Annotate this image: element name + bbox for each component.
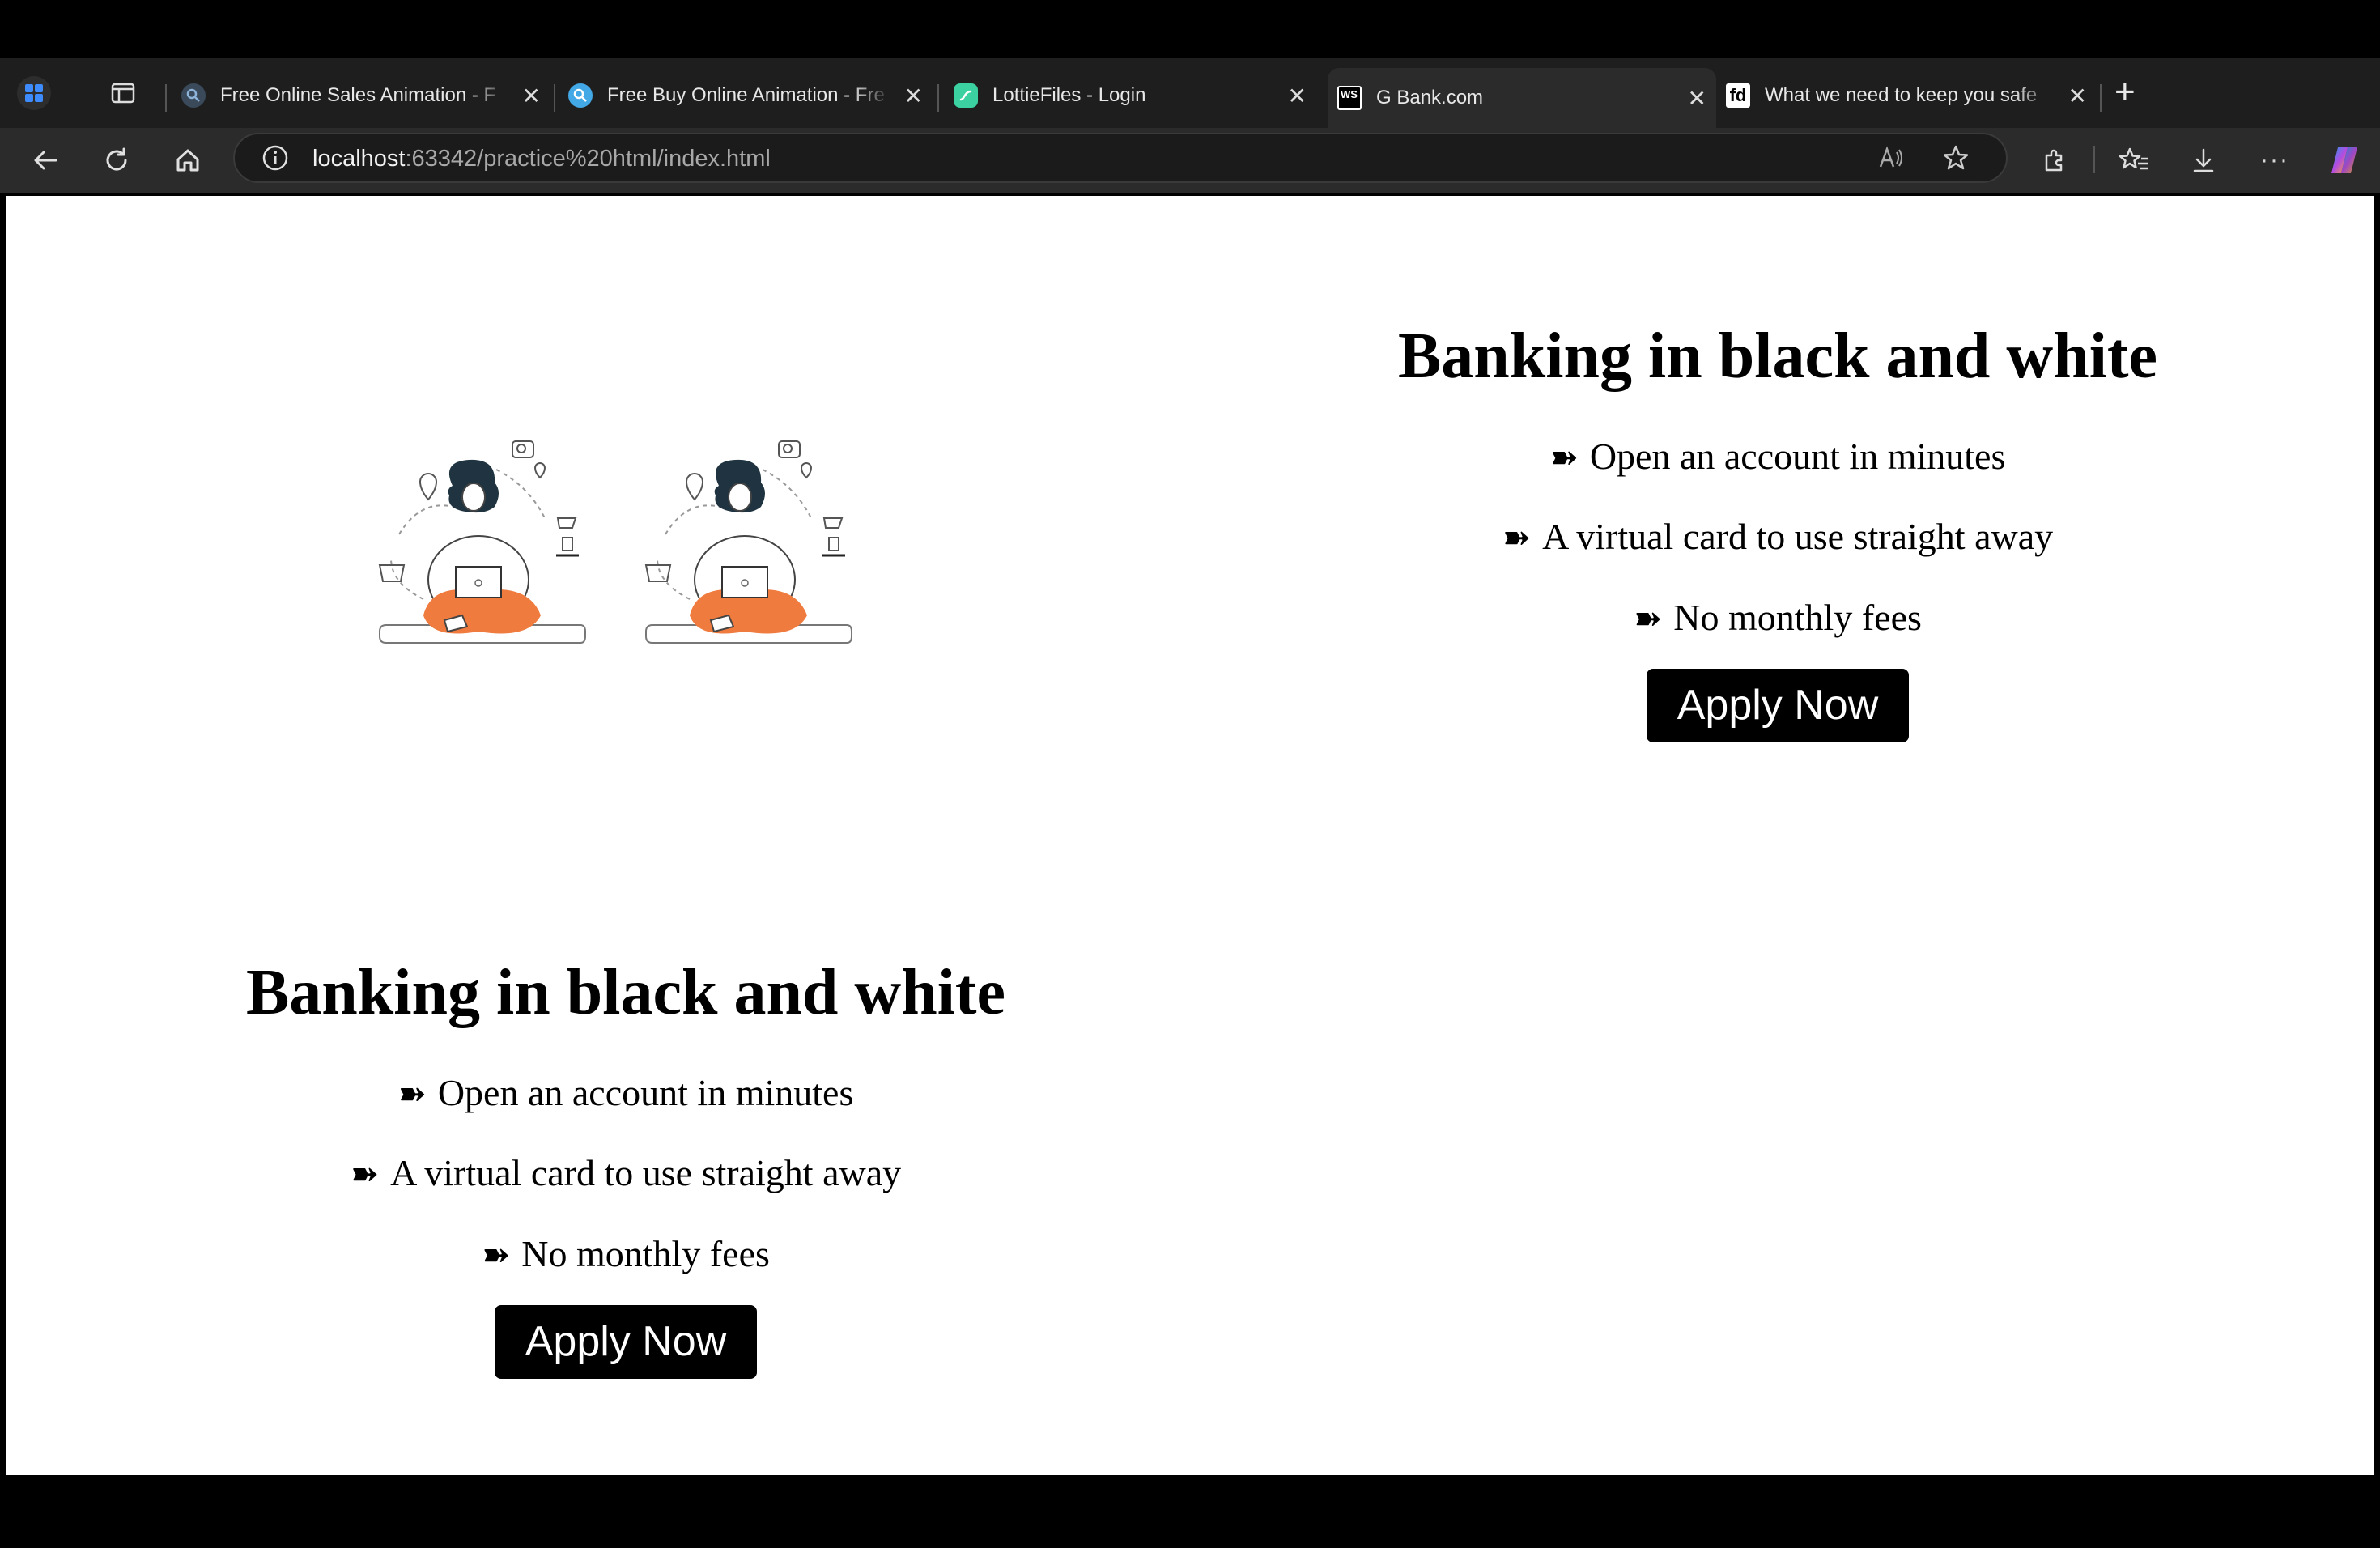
arrow-bullet-icon: ➽	[1549, 440, 1579, 477]
arrow-bullet-icon: ➽	[1634, 600, 1663, 638]
feature-text: Open an account in minutes	[1589, 436, 2006, 477]
feature-item: ➽ No monthly fees	[1292, 595, 2263, 640]
more-options-icon[interactable]: ···	[2255, 141, 2294, 180]
close-icon[interactable]: ✕	[522, 83, 541, 109]
refresh-icon[interactable]	[97, 141, 136, 180]
copilot-icon[interactable]	[2325, 141, 2364, 180]
url-path: :63342/practice%20html/index.html	[405, 146, 771, 172]
feature-text: A virtual card to use straight away	[1542, 516, 2054, 558]
lottiefiles-icon	[954, 83, 978, 108]
close-icon[interactable]: ✕	[2068, 83, 2087, 109]
address-bar[interactable]: localhost:63342/practice%20html/index.ht…	[233, 133, 2008, 183]
extensions-icon[interactable]	[2035, 141, 2074, 180]
screen-bottom-bezel	[0, 1475, 2380, 1548]
toolbar-separator	[2093, 146, 2095, 173]
tab-keep-you-safe[interactable]: fd What we need to keep you safe ✕	[1716, 68, 2097, 123]
tab-separator	[2100, 84, 2102, 112]
apply-now-button[interactable]: Apply Now	[1646, 669, 1910, 742]
tab-title: LottieFiles - Login	[992, 84, 1146, 106]
tab-bar: Free Online Sales Animation - F ✕ Free B…	[0, 58, 2380, 128]
feature-text: No monthly fees	[521, 1232, 770, 1274]
arrow-bullet-icon: ➽	[482, 1236, 511, 1274]
webstorm-icon: WS	[1337, 86, 1362, 110]
feature-item: ➽ A virtual card to use straight away	[1292, 514, 2263, 559]
tab-actions-icon[interactable]	[104, 74, 142, 113]
fd-icon: fd	[1726, 83, 1750, 108]
favorites-icon[interactable]	[2114, 141, 2153, 180]
woman-with-laptop-illustration	[644, 440, 852, 644]
tab-separator	[554, 84, 555, 112]
tab-separator	[165, 84, 167, 112]
tab-lottiefiles-login[interactable]: LottieFiles - Login ✕	[944, 68, 1316, 123]
arrow-bullet-icon: ➽	[1502, 520, 1532, 558]
close-icon[interactable]: ✕	[1288, 83, 1307, 109]
read-aloud-icon[interactable]	[1872, 138, 1910, 177]
hero-section-left: Banking in black and white ➽ Open an acco…	[140, 954, 1111, 1379]
tab-buy-online-animation[interactable]: Free Buy Online Animation - Fre ✕	[559, 68, 933, 123]
tab-title: Free Buy Online Animation - Fre	[607, 84, 885, 106]
tab-sales-animation[interactable]: Free Online Sales Animation - F ✕	[172, 68, 550, 123]
url-host: localhost	[312, 146, 406, 172]
tab-title: Free Online Sales Animation - F	[220, 84, 496, 106]
url-text[interactable]: localhost:63342/practice%20html/index.ht…	[312, 146, 771, 172]
woman-with-laptop-illustration	[378, 440, 586, 644]
new-tab-icon[interactable]: +	[2114, 74, 2136, 110]
workspaces-icon[interactable]	[15, 74, 53, 113]
favorite-star-icon[interactable]	[1936, 138, 1975, 177]
arrow-bullet-icon: ➽	[397, 1076, 427, 1113]
apply-now-button[interactable]: Apply Now	[494, 1305, 758, 1379]
tab-title: G Bank.com	[1376, 87, 1484, 108]
section-heading: Banking in black and white	[1397, 321, 2158, 392]
hero-section-right: Banking in black and white ➽ Open an acco…	[1292, 317, 2263, 742]
feature-text: No monthly fees	[1673, 596, 1922, 638]
feature-item: ➽ Open an account in minutes	[1292, 434, 2263, 478]
arrow-bullet-icon: ➽	[350, 1156, 380, 1194]
downloads-icon[interactable]	[2184, 141, 2223, 180]
search-globe-icon	[568, 83, 593, 108]
site-info-icon[interactable]	[256, 138, 295, 177]
feature-text: Open an account in minutes	[437, 1072, 854, 1113]
feature-item: ➽ Open an account in minutes	[140, 1070, 1111, 1115]
feature-item: ➽ No monthly fees	[140, 1231, 1111, 1276]
search-globe-icon	[181, 83, 206, 108]
tab-title: What we need to keep you safe	[1765, 84, 2038, 106]
tab-g-bank[interactable]: WS G Bank.com ✕	[1328, 68, 1716, 128]
feature-text: A virtual card to use straight away	[390, 1152, 902, 1194]
screen-top-bezel	[0, 0, 2380, 58]
close-icon[interactable]: ✕	[904, 83, 923, 109]
home-icon[interactable]	[168, 141, 207, 180]
back-icon[interactable]	[26, 141, 65, 180]
section-heading: Banking in black and white	[245, 957, 1006, 1028]
tab-separator	[937, 84, 939, 112]
browser-toolbar: localhost:63342/practice%20html/index.ht…	[0, 128, 2380, 193]
feature-item: ➽ A virtual card to use straight away	[140, 1150, 1111, 1195]
close-icon[interactable]: ✕	[1688, 85, 1706, 112]
page-viewport: Banking in black and white ➽ Open an acco…	[6, 196, 2374, 1475]
